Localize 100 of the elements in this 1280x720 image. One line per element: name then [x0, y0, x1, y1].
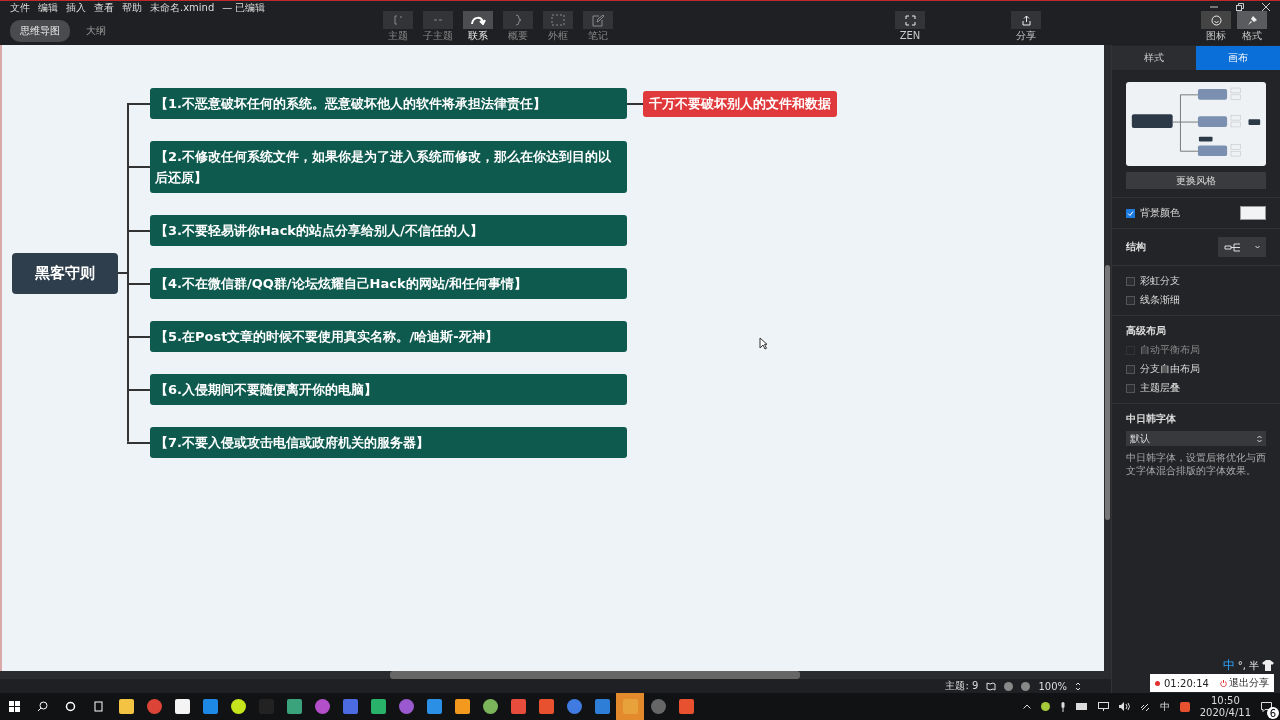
search-icon[interactable]: [36, 701, 48, 712]
checkbox[interactable]: [1126, 276, 1135, 286]
menu-item[interactable]: 帮助: [122, 1, 142, 15]
stepper-icon[interactable]: [1075, 681, 1081, 691]
checkbox[interactable]: [1126, 208, 1135, 218]
fullscreen-icon: [904, 14, 916, 26]
caret-up-icon[interactable]: [1022, 704, 1031, 709]
minimize-icon[interactable]: [1210, 3, 1218, 11]
ime-width[interactable]: 半: [1249, 658, 1259, 673]
toolbar-button[interactable]: 子主题: [420, 11, 456, 45]
notification-icon[interactable]: [1261, 701, 1272, 712]
menu-item[interactable]: 编辑: [38, 1, 58, 15]
topic-node[interactable]: 【2.不修改任何系统文件，如果你是为了进入系统而修改，那么在你达到目的以后还原】: [150, 141, 627, 193]
clock[interactable]: 10:50 2020/4/11: [1199, 694, 1251, 719]
share-timer: 01:20:14: [1164, 677, 1209, 689]
color-swatch[interactable]: [1240, 206, 1266, 220]
note-icon: [591, 13, 605, 27]
app-icon[interactable]: [594, 699, 610, 714]
scrollbar-thumb[interactable]: [390, 671, 800, 679]
app-icon[interactable]: [314, 699, 330, 714]
structure-preview-drawing[interactable]: [1126, 82, 1266, 166]
chevron-down-icon: [1254, 245, 1260, 249]
microphone-icon[interactable]: [1059, 701, 1066, 712]
recording-dot: [1155, 680, 1160, 686]
app-icon[interactable]: [1179, 701, 1190, 712]
app-icon[interactable]: [370, 699, 386, 714]
stepper-icon: [1257, 434, 1262, 443]
zoom-in-button[interactable]: [1021, 681, 1031, 691]
map-icon[interactable]: [986, 681, 997, 691]
zoom-level[interactable]: 100%: [1038, 680, 1067, 692]
restore-icon[interactable]: [1236, 3, 1244, 11]
toolbar-button[interactable]: 笔记: [580, 11, 616, 45]
speaker-icon[interactable]: [1118, 702, 1130, 711]
app-icon[interactable]: [286, 699, 302, 714]
central-topic[interactable]: 黑客守则: [12, 252, 118, 294]
ime-mode[interactable]: 中: [1222, 657, 1235, 674]
circle-icon[interactable]: [64, 701, 76, 712]
topic-node[interactable]: 【6.入侵期间不要随便离开你的电脑】: [150, 374, 627, 405]
view-tab[interactable]: 大纲: [76, 20, 116, 42]
toolbar-button[interactable]: 外框: [540, 11, 576, 45]
toolbar-button[interactable]: 概要: [500, 11, 536, 45]
edit-status: — 已编辑: [222, 1, 266, 15]
ime-punctuation[interactable]: °,: [1237, 660, 1246, 671]
checkbox-label: 自动平衡布局: [1140, 343, 1200, 357]
structure-icon: [1224, 242, 1243, 252]
checkbox[interactable]: [1126, 295, 1135, 305]
checkbox-label: 线条渐细: [1140, 293, 1180, 307]
network-icon[interactable]: [1097, 702, 1109, 711]
zoom-out-button[interactable]: [1004, 681, 1014, 691]
panel-toggle[interactable]: 图标: [1198, 11, 1234, 45]
menu-item[interactable]: 文件: [10, 1, 30, 15]
checkbox[interactable]: [1126, 383, 1135, 393]
document-title: 未命名.xmind: [150, 1, 215, 15]
panel-toggle[interactable]: 格式: [1234, 11, 1270, 45]
app-icon[interactable]: [454, 699, 470, 714]
close-icon[interactable]: [1262, 3, 1270, 11]
topic-node[interactable]: 【1.不恶意破坏任何的系统。恶意破坏他人的软件将承担法律责任】: [150, 88, 627, 119]
menu-item[interactable]: 查看: [94, 1, 114, 15]
app-icon[interactable]: [678, 699, 694, 714]
app-icon[interactable]: [1040, 702, 1050, 711]
notification-count: 6: [1267, 707, 1279, 719]
windows-icon[interactable]: [8, 701, 20, 712]
cursor-icon: [759, 337, 768, 350]
panel-tab[interactable]: 画布: [1196, 46, 1280, 70]
structure-dropdown[interactable]: [1218, 237, 1266, 257]
checkbox-label: 背景颜色: [1140, 206, 1180, 220]
checkbox[interactable]: [1126, 364, 1135, 374]
app-icon[interactable]: [398, 699, 414, 714]
share-icon: [1020, 14, 1032, 26]
app-icon[interactable]: [342, 699, 358, 714]
view-tab[interactable]: 思维导图: [10, 20, 70, 42]
topic-node[interactable]: 【7.不要入侵或攻击电信或政府机关的服务器】: [150, 427, 627, 458]
topic-node[interactable]: 【4.不在微信群/QQ群/论坛炫耀自己Hack的网站/和任何事情】: [150, 268, 627, 299]
checkbox-label: 彩虹分支: [1140, 274, 1180, 288]
section-title: 结构: [1126, 240, 1146, 254]
task-view-icon[interactable]: [92, 701, 104, 712]
app-icon[interactable]: [566, 699, 582, 714]
dashed-box-icon: [551, 14, 565, 26]
topic-icon: [393, 15, 403, 25]
curved-arrow-icon: [470, 15, 486, 25]
scrollbar-thumb[interactable]: [1105, 265, 1110, 520]
app-icon[interactable]: [538, 699, 554, 714]
callout-node[interactable]: 千万不要破坏别人的文件和数据: [643, 90, 837, 117]
battery-icon[interactable]: [1075, 703, 1088, 710]
toolbar-button[interactable]: 联系: [460, 11, 496, 45]
font-select[interactable]: 默认: [1126, 431, 1266, 446]
menu-item[interactable]: 插入: [66, 1, 86, 15]
checkbox-label: 主题层叠: [1140, 381, 1180, 395]
shirt-icon[interactable]: [1262, 660, 1274, 671]
app-icon[interactable]: [482, 699, 498, 714]
ime-indicator[interactable]: 中: [1159, 699, 1170, 714]
zen-button[interactable]: ZEN: [892, 11, 928, 45]
toolbar-button[interactable]: 主题: [380, 11, 416, 45]
share-button[interactable]: 分享: [1008, 11, 1044, 45]
topic-count: 主题: 9: [945, 679, 979, 693]
topic-node[interactable]: 【5.在Post文章的时候不要使用真实名称。/哈迪斯-死神】: [150, 321, 627, 352]
topic-node[interactable]: 【3.不要轻易讲你Hack的站点分享给别人/不信任的人】: [150, 215, 627, 246]
panel-tab[interactable]: 样式: [1112, 46, 1196, 70]
change-style-button[interactable]: 更换风格: [1126, 172, 1266, 189]
stop-share-button[interactable]: 退出分享: [1220, 676, 1269, 690]
